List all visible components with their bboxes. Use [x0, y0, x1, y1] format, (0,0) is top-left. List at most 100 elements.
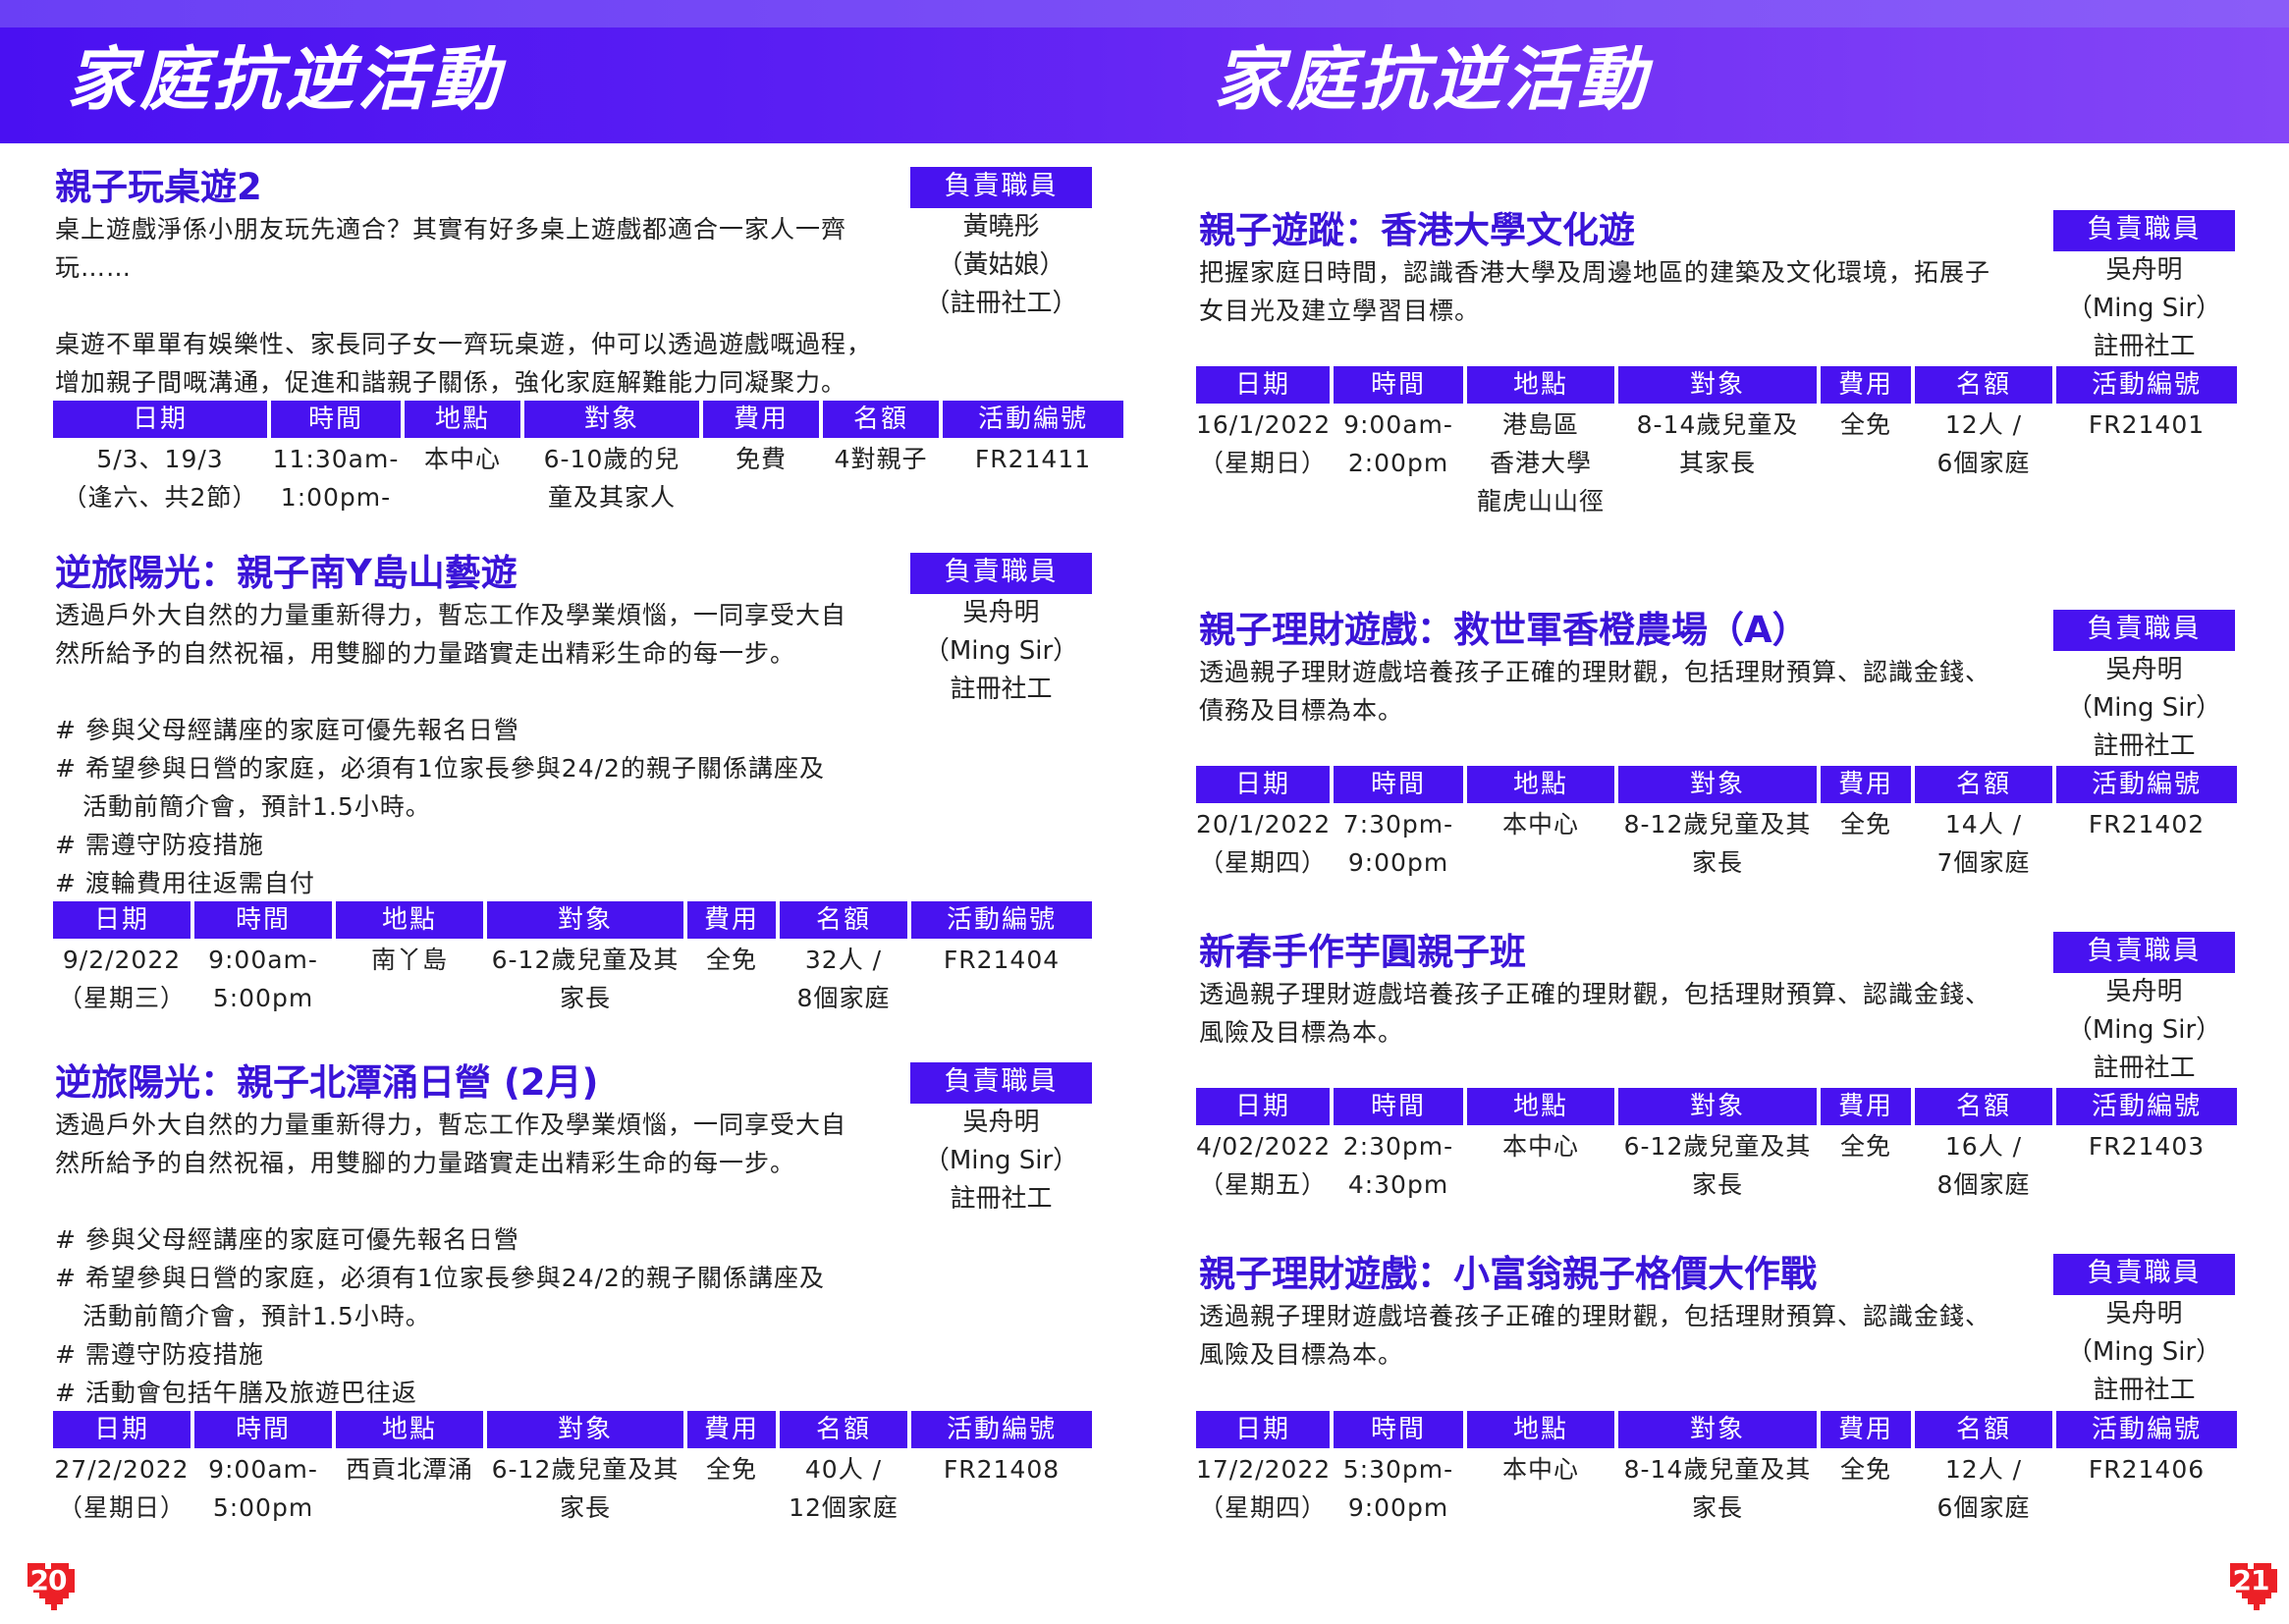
cell-date: 16/1/2022 （星期日） [1196, 410, 1332, 477]
desc-spacer [55, 287, 872, 325]
desc-line: 透過戶外大自然的力量重新得力，暫忘工作及學業煩惱，一同享受大自 [55, 601, 847, 629]
activity-info-table: 日期 時間 地點 對象 費用 名額 活動編號 9/2/2022 （星期三） 9:0… [49, 901, 1096, 1017]
staff-role: 註冊社工 [950, 675, 1053, 704]
desc-line: 然所給予的自然祝福，用雙腳的力量踏實走出精彩生命的每一步。 [55, 639, 796, 668]
activity-title: 親子遊蹤：香港大學文化遊 [1199, 209, 1635, 251]
desc-line: 透過親子理財遊戲培養孩子正確的理財觀，包括理財預算、認識金錢、 [1199, 658, 1991, 686]
th-fee: 費用 [687, 1411, 776, 1448]
table-row: 20/1/2022 （星期四） 7:30pm- 9:00pm 本中心 8-12歲兒童… [1196, 803, 2237, 882]
th-date: 日期 [1196, 366, 1330, 404]
desc-spacer [55, 1182, 846, 1220]
cell-place: 南丫島 [370, 946, 448, 974]
th-place: 地點 [1467, 766, 1614, 803]
table-row: 16/1/2022 （星期日） 9:00am- 2:00pm 港島區 香港大學 龍虎山山… [1196, 404, 2237, 520]
activity-description: 把握家庭日時間，認識香港大學及周邊地區的建築及文化環境，拓展子 女目光及建立學習… [1199, 253, 1990, 330]
staff-label: 負責職員 [910, 167, 1092, 208]
staff-label: 負責職員 [2053, 210, 2235, 251]
cell-quota: 40人 /12個家庭 [789, 1455, 899, 1522]
th-place: 地點 [1467, 1088, 1614, 1125]
table-header-row: 日期 時間 地點 對象 費用 名額 活動編號 [53, 901, 1092, 939]
table-header-row: 日期 時間 地點 對象 費用 名額 活動編號 [53, 1411, 1092, 1448]
desc-line: 透過親子理財遊戲培養孩子正確的理財觀，包括理財預算、認識金錢、 [1199, 1302, 1991, 1330]
cell-target: 8-14歲兒童及其家長 [1636, 410, 1799, 477]
desc-line: 女目光及建立學習目標。 [1199, 297, 1481, 325]
cell-target: 6-12歲兒童及其 家長 [1623, 1132, 1812, 1199]
th-fee: 費用 [687, 901, 776, 939]
staff-box: 負責職員 吳舟明 （Ming Sir） 註冊社工 [910, 553, 1092, 709]
cell-quota: 12人 /6個家庭 [1936, 410, 2031, 477]
th-fee: 費用 [1821, 1411, 1911, 1448]
th-time: 時間 [194, 901, 332, 939]
cell-code: FR21406 [2088, 1455, 2206, 1484]
th-date: 日期 [1196, 1088, 1330, 1125]
th-target: 對象 [1618, 1411, 1817, 1448]
staff-alias: （Ming Sir） [923, 1146, 1079, 1175]
page-number-right: 21 [2224, 1557, 2277, 1610]
desc-line: 把握家庭日時間，認識香港大學及周邊地區的建築及文化環境，拓展子 [1199, 258, 1991, 287]
activity-description: 透過親子理財遊戲培養孩子正確的理財觀，包括理財預算、認識金錢、 債務及目標為本。 [1199, 653, 1990, 730]
page-number-left: 20 [22, 1557, 75, 1610]
header-band-top-strip [0, 0, 2289, 27]
desc-line: 透過戶外大自然的力量重新得力，暫忘工作及學業煩惱，一同享受大自 [55, 1110, 847, 1139]
desc-line: 債務及目標為本。 [1199, 696, 1404, 725]
activity-info-table: 日期 時間 地點 對象 費用 名額 活動編號 17/2/2022 （星期四） 5:… [1192, 1411, 2241, 1527]
staff-alias: （Ming Sir） [2066, 1015, 2222, 1045]
cell-date: 4/02/2022 （星期五） [1196, 1132, 1332, 1199]
staff-name: 吳舟明 [962, 598, 1040, 627]
cell-fee: 全免 [1839, 410, 1891, 439]
activity-board-games: 親子玩桌遊2 桌上遊戲淨係小朋友玩先適合？其實有好多桌上遊戲都適合一家人一齊 玩… [55, 165, 872, 402]
cell-code: FR21403 [2088, 1132, 2206, 1161]
th-code: 活動編號 [2056, 766, 2237, 803]
desc-line: # 參與父母經講座的家庭可優先報名日營 [55, 1225, 519, 1254]
desc-line: # 希望參與日營的家庭，必須有1位家長參與24/2的親子關係講座及 [55, 1264, 825, 1292]
desc-line: # 渡輪費用往返需自付 [55, 869, 315, 897]
cell-quota: 32人 /8個家庭 [796, 946, 891, 1012]
cell-date: 20/1/2022 （星期四） [1196, 810, 1332, 877]
th-quota: 名額 [823, 401, 939, 438]
desc-line: 風險及目標為本。 [1199, 1018, 1404, 1047]
staff-name: 吳舟明 [2105, 255, 2183, 285]
cell-target: 8-12歲兒童及其 家長 [1623, 810, 1812, 877]
th-code: 活動編號 [2056, 366, 2237, 404]
cell-time: 11:30am- 1:00pm- [272, 445, 400, 512]
staff-alias: （黃姑娘） [937, 250, 1065, 280]
cell-code: FR21408 [943, 1455, 1061, 1484]
cell-place: 本中心 [1501, 1132, 1579, 1161]
th-time: 時間 [1334, 1088, 1463, 1125]
activity-title: 親子理財遊戲：小富翁親子格價大作戰 [1199, 1253, 1817, 1295]
staff-name: 吳舟明 [2105, 655, 2183, 684]
th-place: 地點 [405, 401, 520, 438]
th-target: 對象 [1618, 1088, 1817, 1125]
activity-pak-tam-chung-day-camp: 逆旅陽光：親子北潭涌日營 (2月) 透過戶外大自然的力量重新得力，暫忘工作及學業… [55, 1060, 846, 1412]
cell-quota: 12人 /6個家庭 [1936, 1455, 2031, 1522]
table-header-row: 日期 時間 地點 對象 費用 名額 活動編號 [1196, 1411, 2237, 1448]
th-code: 活動編號 [2056, 1411, 2237, 1448]
th-target: 對象 [1618, 766, 1817, 803]
desc-line: # 希望參與日營的家庭，必須有1位家長參與24/2的親子關係講座及 [55, 754, 825, 783]
staff-alias: （Ming Sir） [2066, 693, 2222, 723]
staff-name: 吳舟明 [2105, 977, 2183, 1006]
th-quota: 名額 [780, 901, 907, 939]
th-time: 時間 [1334, 1411, 1463, 1448]
staff-alias: （Ming Sir） [923, 636, 1079, 666]
activity-info-table: 日期 時間 地點 對象 費用 名額 活動編號 4/02/2022 （星期五） 2:… [1192, 1088, 2241, 1204]
th-target: 對象 [487, 901, 683, 939]
desc-line: 活動前簡介會，預計1.5小時。 [82, 792, 431, 821]
staff-box: 負責職員 吳舟明 （Ming Sir） 註冊社工 [910, 1062, 1092, 1218]
desc-line: 然所給予的自然祝福，用雙腳的力量踏實走出精彩生命的每一步。 [55, 1149, 796, 1177]
activity-info-table: 日期 時間 地點 對象 費用 名額 活動編號 27/2/2022 （星期日） 9:… [49, 1411, 1096, 1527]
desc-line: 風險及目標為本。 [1199, 1340, 1404, 1369]
th-time: 時間 [1334, 366, 1463, 404]
desc-line: 桌遊不單單有娛樂性、家長同子女一齊玩桌遊，仲可以透過遊戲嘅過程， [55, 330, 873, 358]
cell-quota: 16人 /8個家庭 [1936, 1132, 2031, 1199]
activity-taro-ball-class: 新春手作芋圓親子班 透過親子理財遊戲培養孩子正確的理財觀，包括理財預算、認識金錢… [1199, 930, 1990, 1052]
cell-time: 9:00am- 2:00pm [1343, 410, 1453, 477]
staff-role: 註冊社工 [2093, 332, 2196, 361]
th-code: 活動編號 [911, 901, 1092, 939]
cell-date: 27/2/2022 （星期日） [54, 1455, 190, 1522]
staff-box: 負責職員 吳舟明 （Ming Sir） 註冊社工 [2053, 932, 2235, 1088]
th-target: 對象 [487, 1411, 683, 1448]
staff-role: 註冊社工 [2093, 731, 2196, 761]
desc-line: 透過親子理財遊戲培養孩子正確的理財觀，包括理財預算、認識金錢、 [1199, 980, 1991, 1008]
staff-box: 負責職員 黃曉彤 （黃姑娘） （註冊社工） [910, 167, 1092, 323]
